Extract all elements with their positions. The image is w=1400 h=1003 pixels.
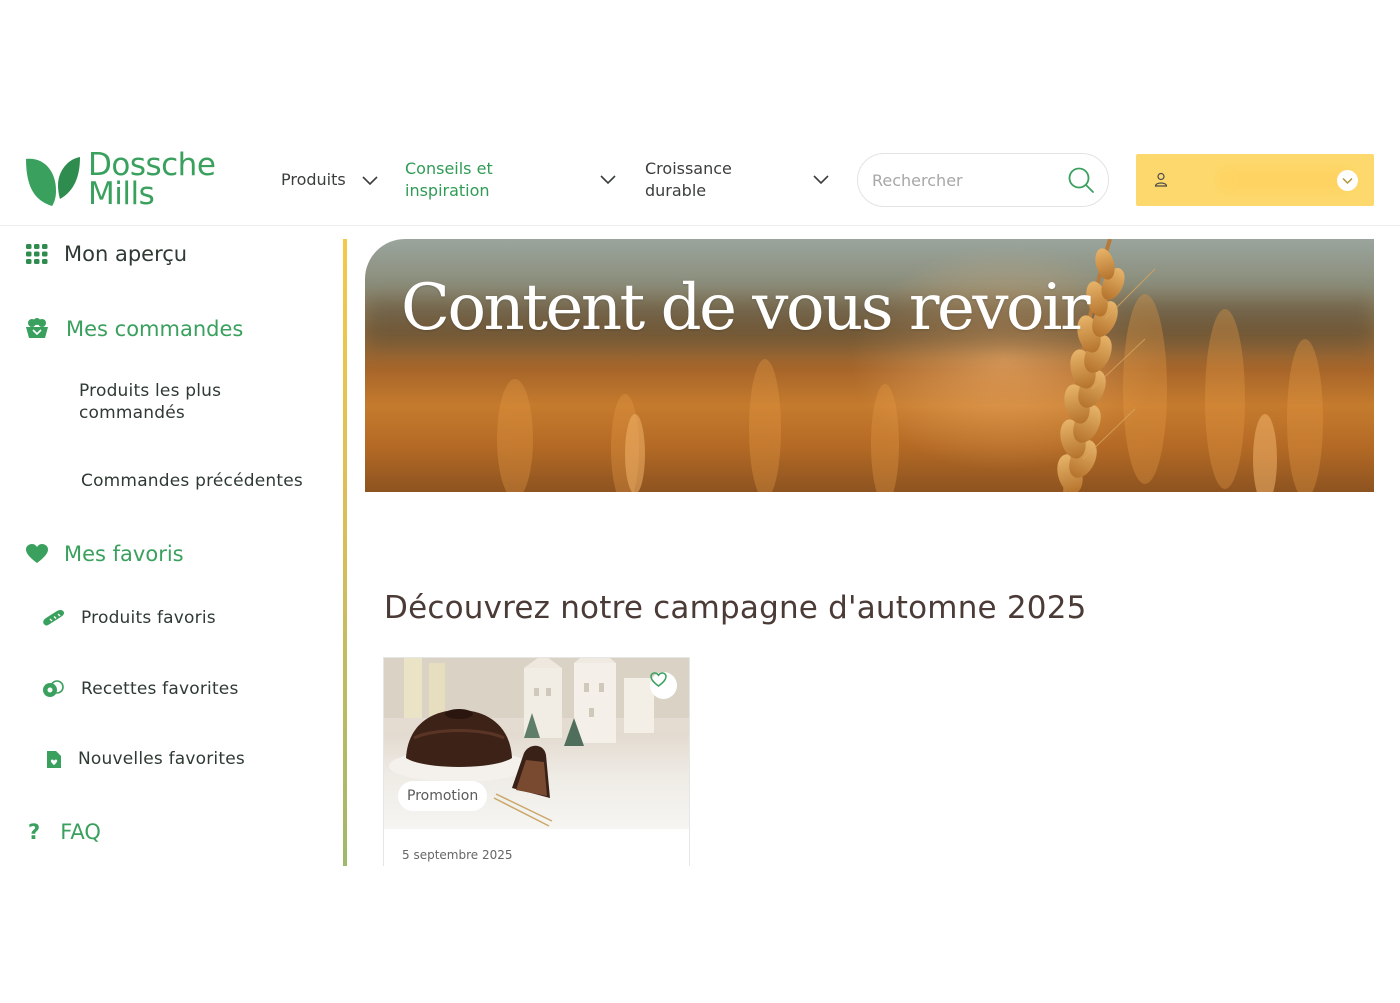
logo[interactable]: Dossche Mills xyxy=(22,150,216,212)
sidebar-subitem-favorite-news[interactable]: Nouvelles favorites xyxy=(46,749,245,769)
nav-produits[interactable]: Produits xyxy=(281,169,378,191)
nav-produits-label: Produits xyxy=(281,170,346,189)
chevron-down-icon xyxy=(362,176,378,186)
site-header: Dossche Mills Produits Conseils et inspi… xyxy=(0,137,1400,226)
chevron-down-icon xyxy=(1342,177,1353,185)
chevron-down-icon xyxy=(600,175,616,185)
search-box xyxy=(857,153,1109,207)
sidebar-subitem-favorite-recipes[interactable]: Recettes favorites xyxy=(42,679,239,699)
search-icon[interactable] xyxy=(1067,166,1095,194)
sidebar-item-overview[interactable]: Mon aperçu xyxy=(26,242,187,266)
sidebar-item-label: Mon aperçu xyxy=(64,242,188,266)
sidebar-subitem-label: Commandes précédentes xyxy=(81,471,303,491)
sidebar-item-label: Mes commandes xyxy=(66,317,244,341)
basket-icon xyxy=(26,318,48,338)
bread-icon xyxy=(43,609,64,626)
question-icon: ? xyxy=(28,820,41,844)
sidebar-subitem-previous-orders[interactable]: Commandes précédentes xyxy=(81,471,303,491)
sidebar-item-favorites[interactable]: Mes favoris xyxy=(26,542,184,566)
user-icon xyxy=(1154,172,1168,187)
sidebar-subitem-most-ordered[interactable]: Produits les plus commandés xyxy=(79,380,319,424)
card-favorite-button[interactable] xyxy=(650,672,677,699)
card-date: 5 septembre 2025 xyxy=(402,848,513,862)
nav-croissance[interactable]: Croissance durable xyxy=(645,158,835,202)
promotion-badge: Promotion xyxy=(398,781,488,811)
logo-text: Dossche Mills xyxy=(88,150,216,212)
sidebar-subitem-label: Produits les plus commandés xyxy=(79,381,222,423)
sidebar-subitem-label: Produits favoris xyxy=(81,608,216,628)
sidebar-divider xyxy=(343,239,347,866)
sidebar-subitem-label: Nouvelles favorites xyxy=(78,749,245,769)
sidebar-item-label: Mes favoris xyxy=(64,542,184,566)
campaign-title: Découvrez notre campagne d'automne 2025 xyxy=(384,590,1087,626)
leaf-logo-icon xyxy=(26,157,80,206)
recipe-icon xyxy=(43,680,64,697)
heart-outline-icon xyxy=(650,672,667,687)
nav-croissance-label: Croissance durable xyxy=(645,159,732,200)
account-name xyxy=(1216,168,1356,192)
account-dropdown[interactable] xyxy=(1337,170,1358,191)
account-menu-button[interactable] xyxy=(1136,154,1374,206)
hero-banner: Content de vous revoir xyxy=(365,239,1374,492)
sidebar-item-faq[interactable]: ? FAQ xyxy=(28,820,101,844)
sidebar-subitem-label: Recettes favorites xyxy=(81,679,239,699)
sidebar-item-label: FAQ xyxy=(60,820,101,844)
card-image: Promotion xyxy=(384,658,689,829)
sidebar-subitem-favorite-products[interactable]: Produits favoris xyxy=(42,608,216,628)
nav-conseils-label: Conseils et inspiration xyxy=(405,159,493,200)
heart-icon xyxy=(26,544,48,563)
grid-icon xyxy=(26,244,48,264)
chevron-down-icon xyxy=(813,175,829,185)
search-input[interactable] xyxy=(872,168,1062,192)
nav-conseils[interactable]: Conseils et inspiration xyxy=(405,158,620,202)
news-icon xyxy=(47,750,61,768)
hero-title: Content de vous revoir xyxy=(401,271,1091,345)
campaign-card[interactable]: Promotion 5 septembre 2025 xyxy=(383,657,690,866)
sidebar-item-orders[interactable]: Mes commandes xyxy=(24,317,243,341)
logo-line-2: Mills xyxy=(88,176,155,212)
